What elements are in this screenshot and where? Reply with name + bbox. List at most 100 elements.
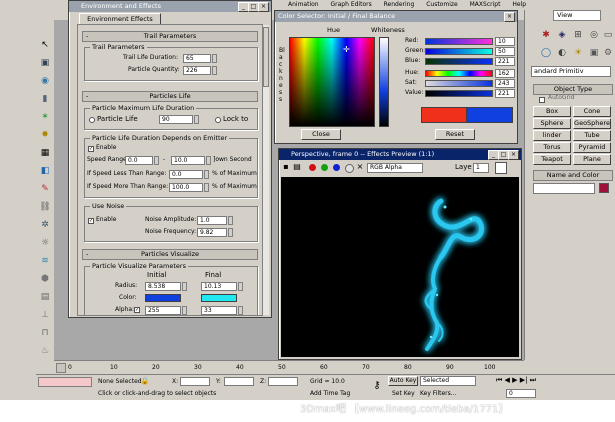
bone-icon[interactable]: ⊥ [38,308,52,322]
maxscript-listener[interactable] [38,377,92,387]
menu-help[interactable]: Help [512,1,526,8]
env-close-button[interactable]: × [258,2,269,12]
sun-icon[interactable]: ☼ [38,236,52,250]
green-channel-icon[interactable] [321,164,328,171]
render-icon[interactable]: ▤ [38,290,52,304]
camera-icon[interactable]: ◧ [38,164,52,178]
hammer-icon[interactable]: ✎ [38,182,52,196]
display-icon[interactable]: ▭ [601,28,615,42]
whiteness-strip[interactable] [379,37,389,127]
menu-customize[interactable]: Customize [426,1,458,8]
name-and-color-rollout[interactable]: Name and Color [533,170,613,181]
value-slider[interactable] [425,90,493,97]
autogrid-checkbox[interactable] [539,97,545,103]
create-icon[interactable]: ✱ [539,28,553,42]
prev-frame-icon[interactable]: ◀ [505,376,510,384]
x-field[interactable] [180,377,210,386]
green-slider[interactable] [425,48,493,55]
gear-icon[interactable]: ✲ [38,218,52,232]
color-close-button[interactable]: × [504,12,515,22]
speed-more-field[interactable]: 100.0 [169,183,203,192]
tube-button[interactable]: Tube [573,130,611,141]
preview-close-button[interactable]: × [508,150,519,160]
env-scrollbar[interactable] [263,25,269,315]
noise-frequency-field[interactable]: 9.82 [197,228,227,237]
box-button[interactable]: Box [533,106,571,117]
lights-icon[interactable]: ☀ [571,46,585,60]
duration-enable-checkbox[interactable]: ✓ [88,146,94,152]
alpha-final-field[interactable]: 33 [201,306,237,315]
pyramid-button[interactable]: Pyramid [573,142,611,153]
go-to-end-icon[interactable]: ⏭ [530,376,536,384]
cylinder-button[interactable]: linder [533,130,571,141]
color-reset-btn[interactable]: Reset [435,129,475,140]
light-icon[interactable]: ✸ [38,128,52,142]
particle-life-spinner[interactable] [194,115,199,124]
geometry-icon[interactable]: ◯ [539,46,553,60]
auto-key-button[interactable]: Auto Key [388,376,418,386]
object-color-swatch[interactable] [599,183,609,193]
radius-initial-field[interactable]: 8.538 [145,282,181,291]
menu-maxscript[interactable]: MAXScript [470,1,501,8]
primitive-dropdown[interactable]: andard Primitiv [531,66,611,77]
hue-slider[interactable] [425,70,493,77]
red-channel-icon[interactable] [309,164,316,171]
cameras-icon[interactable]: ▣ [587,46,601,60]
speed-to-field[interactable]: 10.0 [171,156,205,165]
visualize-rollout[interactable]: - Particles Visualize [82,249,258,260]
time-slider[interactable] [56,363,66,373]
teapot-button[interactable]: Teapot [533,154,571,165]
box-icon[interactable]: ▣ [38,56,52,70]
sat-field[interactable]: 243 [495,79,515,88]
lock-icon[interactable]: 🔒 [140,375,150,387]
env-scroll-area[interactable]: - Trail Parameters Trail Parameters Trail… [77,24,263,316]
alpha-final-spinner[interactable] [238,306,243,315]
alpha-initial-spinner[interactable] [182,306,187,315]
radius-final-spinner[interactable] [238,282,243,291]
radius-final-field[interactable]: 10.13 [201,282,237,291]
view-dropdown[interactable]: View [553,10,601,21]
layer-field[interactable]: 1 [473,163,489,173]
green-field[interactable]: 50 [495,47,515,56]
alpha-channel-icon[interactable] [345,164,354,173]
speed-from-field[interactable]: 0.0 [125,156,153,165]
alpha-initial-field[interactable]: 255 [145,306,181,315]
env-scrollbar-thumb[interactable] [263,27,269,87]
next-frame-icon[interactable]: ▶| [520,376,528,384]
particle-quantity-spinner[interactable] [212,66,217,75]
cone-button[interactable]: Cone [573,106,611,117]
sat-slider[interactable] [425,80,493,87]
clear-icon[interactable]: × [355,161,365,173]
bucket-icon[interactable]: ⊓ [38,326,52,340]
alpha-checkbox[interactable]: ✓ [134,307,140,313]
channel-dropdown[interactable]: RGB Alpha [367,163,423,173]
key-filters-button[interactable]: Key Filters... [420,390,457,398]
material-icon[interactable]: ⬢ [38,272,52,286]
noise-enable-checkbox[interactable]: ✓ [88,218,94,224]
select-arrow-icon[interactable]: ↖ [38,38,52,52]
menu-animation[interactable]: Animation [288,1,319,8]
radius-initial-spinner[interactable] [182,282,187,291]
blue-channel-icon[interactable] [333,164,340,171]
particle-quantity-field[interactable]: 226 [183,66,211,75]
red-field[interactable]: 10 [495,37,515,46]
blue-slider[interactable] [425,58,493,65]
speed-from-spinner[interactable] [154,156,159,165]
speed-more-spinner[interactable] [204,183,209,192]
particle-life-radio[interactable] [89,117,95,123]
wave-icon[interactable]: ≋ [38,254,52,268]
red-slider[interactable] [425,38,493,45]
noise-frequency-spinner[interactable] [228,228,233,237]
hue-spectrum[interactable]: ✛ [289,37,375,127]
speed-less-field[interactable]: 0.0 [169,170,203,179]
teapot-icon[interactable]: ♨ [38,344,52,358]
clone-icon[interactable]: ▤ [292,161,302,173]
add-time-tag[interactable]: Add Time Tag [310,390,350,398]
plane-button[interactable]: Plane [573,154,611,165]
sphere-button[interactable]: Sphere [533,118,571,129]
env-tab[interactable]: Environment Effects [79,13,161,24]
life-rollout[interactable]: - Particles Life [82,91,258,102]
star-icon[interactable]: ✶ [38,110,52,124]
set-key-button[interactable]: Set Key [392,390,415,398]
torus-button[interactable]: Torus [533,142,571,153]
